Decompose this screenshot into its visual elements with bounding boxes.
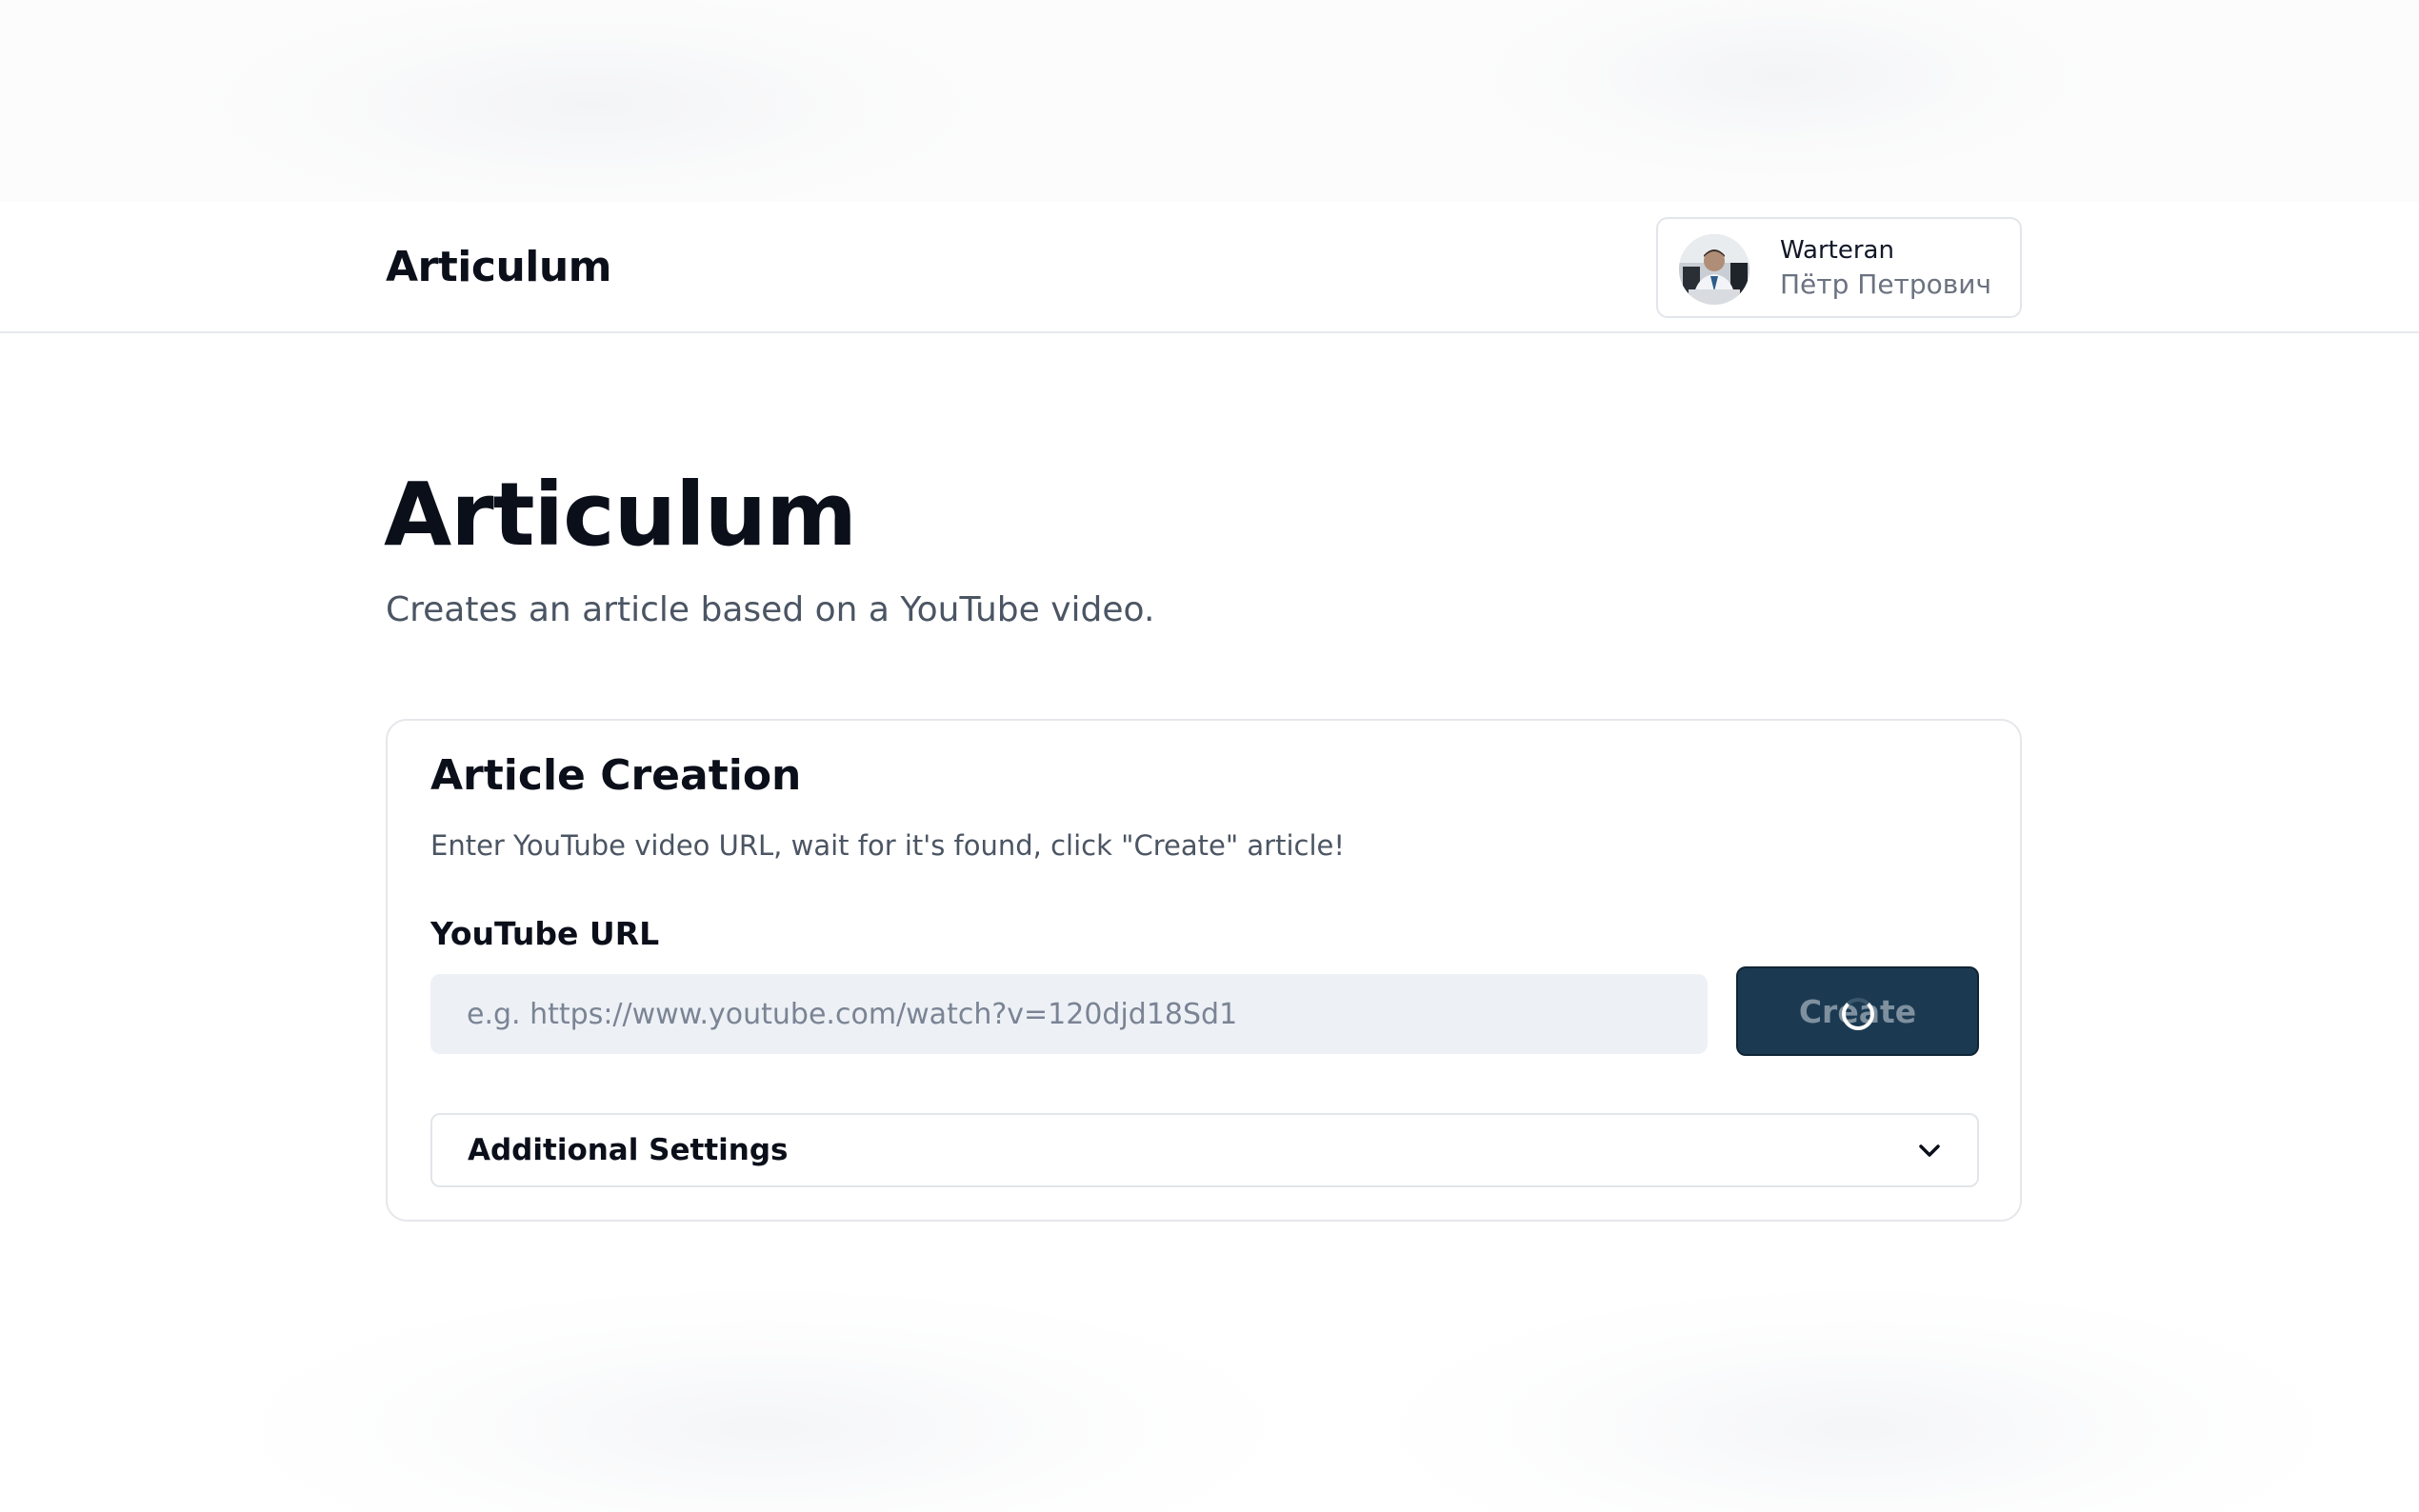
user-fullname: Пётр Петрович	[1780, 269, 1992, 300]
user-avatar	[1679, 234, 1749, 305]
page: Articulum Warteran Пётр Петрович Articul	[0, 0, 2419, 1512]
user-name: Warteran	[1780, 236, 1894, 265]
page-subtitle: Creates an article based on a YouTube vi…	[386, 590, 1155, 629]
youtube-url-input[interactable]	[430, 974, 1708, 1054]
page-title: Articulum	[384, 464, 857, 566]
chevron-down-icon	[1919, 1144, 1940, 1157]
create-button[interactable]: Create	[1736, 966, 1979, 1056]
additional-settings-label: Additional Settings	[468, 1133, 789, 1167]
top-background-band	[0, 0, 2419, 202]
youtube-url-label: YouTube URL	[430, 915, 660, 952]
app-header: Articulum Warteran Пётр Петрович	[0, 202, 2419, 333]
loading-spinner-icon	[1841, 998, 1874, 1030]
card-title: Article Creation	[430, 751, 802, 800]
additional-settings-toggle[interactable]: Additional Settings	[430, 1113, 1979, 1187]
user-avatar-photo-icon	[1679, 234, 1749, 305]
article-creation-card: Article Creation Enter YouTube video URL…	[386, 719, 2022, 1222]
background-blob	[1381, 1285, 2333, 1512]
background-blob	[238, 1285, 1286, 1512]
app-logo[interactable]: Articulum	[386, 243, 612, 291]
user-profile-button[interactable]: Warteran Пётр Петрович	[1656, 217, 2022, 318]
card-description: Enter YouTube video URL, wait for it's f…	[430, 829, 1345, 862]
